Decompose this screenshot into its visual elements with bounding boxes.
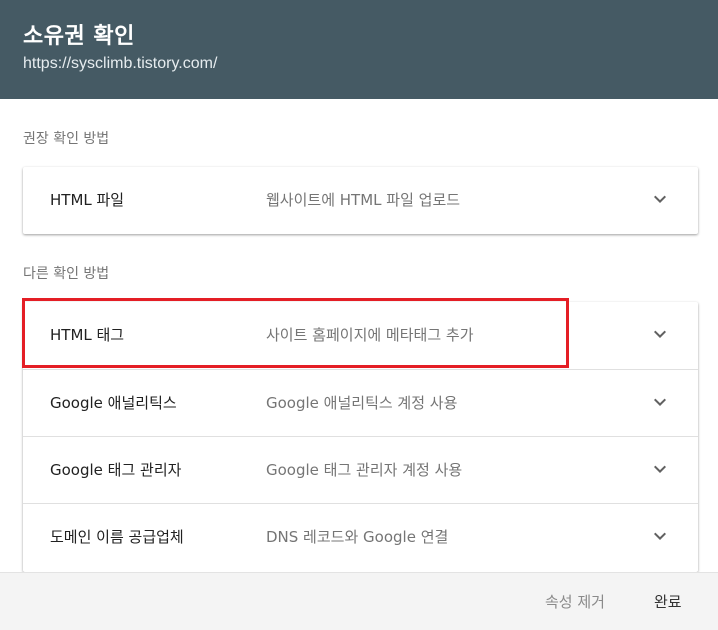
chevron-down-icon[interactable] xyxy=(648,524,672,548)
property-url: https://sysclimb.tistory.com/ xyxy=(23,55,218,72)
done-button[interactable]: 완료 xyxy=(654,591,682,612)
method-description: Google 태그 관리자 계정 사용 xyxy=(266,461,463,479)
dialog-title: 소유권 확인 xyxy=(23,24,135,49)
method-row-html-tag[interactable]: HTML 태그 사이트 홈페이지에 메타태그 추가 xyxy=(23,302,698,369)
dialog-header: 소유권 확인 https://sysclimb.tistory.com/ xyxy=(0,0,718,99)
method-name: Google 애널리틱스 xyxy=(50,394,177,412)
method-description: 웹사이트에 HTML 파일 업로드 xyxy=(266,191,461,209)
recommended-method-card: HTML 파일 웹사이트에 HTML 파일 업로드 xyxy=(23,167,698,234)
method-description: Google 애널리틱스 계정 사용 xyxy=(266,394,458,412)
method-row-domain-provider[interactable]: 도메인 이름 공급업체 DNS 레코드와 Google 연결 xyxy=(23,503,698,570)
chevron-down-icon[interactable] xyxy=(648,457,672,481)
chevron-down-icon[interactable] xyxy=(648,187,672,211)
method-description: 사이트 홈페이지에 메타태그 추가 xyxy=(266,326,474,344)
remove-property-button[interactable]: 속성 제거 xyxy=(545,591,605,612)
method-name: Google 태그 관리자 xyxy=(50,461,182,479)
method-name: HTML 파일 xyxy=(50,191,125,209)
method-name: 도메인 이름 공급업체 xyxy=(50,528,184,546)
method-name: HTML 태그 xyxy=(50,326,125,344)
dialog-footer: 속성 제거 완료 xyxy=(0,572,718,630)
other-methods-card: HTML 태그 사이트 홈페이지에 메타태그 추가 Google 애널리틱스 G… xyxy=(23,302,698,572)
other-methods-label: 다른 확인 방법 xyxy=(23,266,110,282)
method-description: DNS 레코드와 Google 연결 xyxy=(266,528,449,546)
chevron-down-icon[interactable] xyxy=(648,322,672,346)
chevron-down-icon[interactable] xyxy=(648,390,672,414)
recommended-method-label: 권장 확인 방법 xyxy=(23,131,110,147)
method-row-google-tag-manager[interactable]: Google 태그 관리자 Google 태그 관리자 계정 사용 xyxy=(23,436,698,503)
method-row-google-analytics[interactable]: Google 애널리틱스 Google 애널리틱스 계정 사용 xyxy=(23,369,698,436)
method-row-html-file[interactable]: HTML 파일 웹사이트에 HTML 파일 업로드 xyxy=(23,167,698,234)
